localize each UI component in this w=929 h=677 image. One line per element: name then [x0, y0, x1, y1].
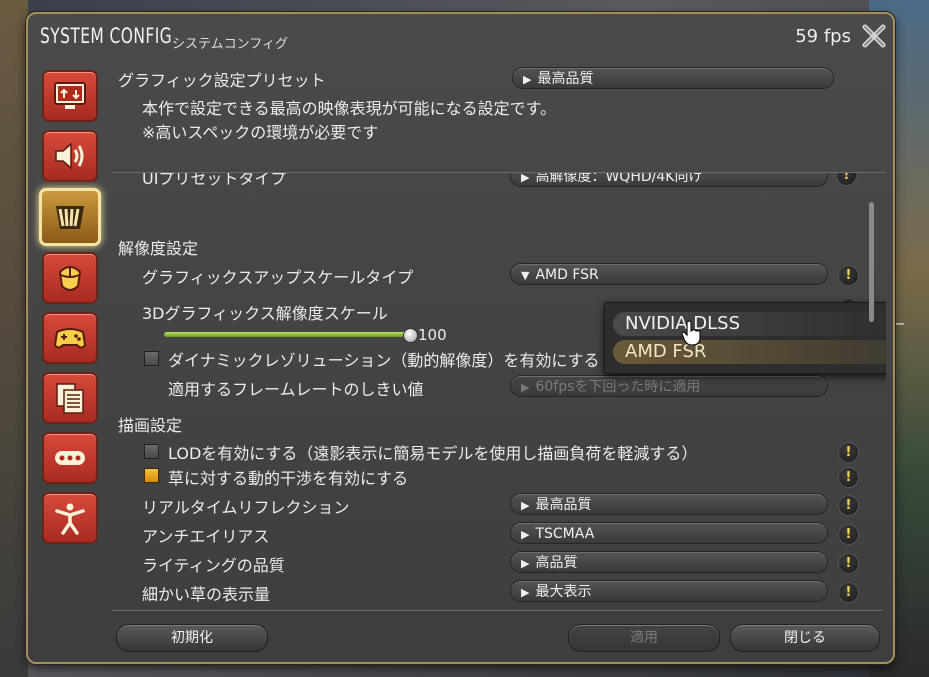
preset-label: グラフィック設定プリセット — [118, 71, 326, 90]
preset-value: 最高品質 — [537, 71, 594, 87]
footer-divider — [112, 610, 883, 611]
aa-label: アンチエイリアス — [142, 527, 270, 546]
aa-value: TSCMAA — [535, 526, 595, 542]
reset-button[interactable]: 初期化 — [116, 624, 268, 652]
play-icon: ▶ — [521, 381, 530, 394]
mouse-icon — [58, 266, 82, 291]
sidebar-item-graphics[interactable] — [39, 188, 101, 246]
resolution-heading: 解像度設定 — [118, 239, 199, 258]
info-icon[interactable]: ! — [838, 553, 859, 574]
lighting-label: ライティングの品質 — [142, 556, 285, 575]
ui-preset-row: UIプリセットタイプ ▶ 高解像度：WQHD/4K向け ! — [112, 173, 886, 187]
window-subtitle: システムコンフィグ — [172, 37, 288, 52]
slider-handle[interactable] — [403, 328, 418, 343]
reflection-value: 最高品質 — [535, 497, 592, 513]
upscale-select[interactable]: ▼ AMD FSR — [510, 263, 828, 285]
lighting-value: 高品質 — [535, 555, 578, 571]
system-config-window: SYSTEM CONFIG システムコンフィグ 59 fps グラフィック設定プ… — [26, 12, 895, 664]
accessibility-icon — [55, 503, 85, 535]
fps-counter: 59 fps — [795, 26, 851, 47]
upscale-dropdown-menu: NVIDIA DLSS AMD FSR — [604, 302, 886, 374]
sidebar-item-accessibility[interactable] — [42, 492, 98, 544]
grass-interaction-label: 草に対する動的干渉を有効にする — [168, 469, 409, 488]
more-icon — [55, 451, 85, 465]
play-icon: ▶ — [521, 586, 530, 599]
sidebar-item-sound[interactable] — [42, 130, 98, 182]
preset-description-1: 本作で設定できる最高の映像表現が可能になる設定です。 — [142, 99, 557, 118]
upscale-value: AMD FSR — [535, 267, 599, 283]
info-icon[interactable]: ! — [838, 524, 859, 545]
sidebar-item-mouse[interactable] — [42, 252, 98, 304]
reflection-label: リアルタイムリフレクション — [142, 498, 350, 517]
play-icon: ▶ — [521, 528, 530, 541]
dynamic-resolution-label: ダイナミックレゾリューション（動的解像度）を有効にする — [168, 351, 600, 370]
dropdown-option-amd-fsr[interactable]: AMD FSR — [613, 340, 886, 364]
threshold-label: 適用するフレームレートのしきい値 — [168, 380, 424, 399]
scrollbar[interactable] — [869, 202, 874, 322]
close-icon[interactable] — [861, 23, 887, 49]
background-scene-left — [0, 0, 28, 677]
apply-button[interactable]: 適用 — [568, 624, 720, 652]
ui-preset-label: UIプリセットタイプ — [142, 173, 287, 187]
graphics-icon — [56, 206, 84, 229]
lod-label: LODを有効にする（遠影表示に簡易モデルを使用し描画負荷を軽減する） — [168, 444, 698, 463]
ui-preset-select[interactable]: ▶ 高解像度：WQHD/4K向け — [510, 173, 828, 187]
display-settings-icon — [54, 82, 86, 109]
threshold-value: 60fpsを下回った時に適用 — [535, 379, 701, 395]
info-icon[interactable]: ! — [838, 467, 859, 488]
window-title: SYSTEM CONFIG — [40, 24, 173, 48]
resolution-scale-slider[interactable] — [164, 328, 418, 343]
info-icon[interactable]: ! — [838, 442, 859, 463]
grass-amount-select[interactable]: ▶ 最大表示 — [510, 580, 828, 602]
upscale-label: グラフィックスアップスケールタイプ — [142, 268, 414, 287]
scale-label: 3Dグラフィックス解像度スケール — [142, 304, 388, 323]
slider-fill — [164, 332, 410, 337]
sidebar-item-other[interactable] — [42, 432, 98, 484]
gamepad-icon — [53, 328, 87, 349]
close-button[interactable]: 閉じる — [730, 624, 880, 652]
lighting-select[interactable]: ▶ 高品質 — [510, 551, 828, 573]
hand-cursor-icon — [681, 320, 701, 346]
title-bar: SYSTEM CONFIG システムコンフィグ 59 fps — [28, 14, 893, 56]
drawing-heading: 描画設定 — [118, 416, 183, 435]
document-icon — [56, 383, 84, 414]
grass-amount-value: 最大表示 — [535, 584, 592, 600]
lod-checkbox[interactable] — [144, 444, 159, 459]
info-icon[interactable]: ! — [838, 265, 859, 286]
scale-value: 100 — [418, 326, 447, 344]
aa-select[interactable]: ▶ TSCMAA — [510, 522, 828, 544]
info-icon[interactable]: ! — [836, 173, 857, 186]
preset-description-2: ※高いスペックの環境が必要です — [142, 123, 379, 142]
sidebar-item-documents[interactable] — [42, 372, 98, 424]
ui-preset-value: 高解像度：WQHD/4K向け — [535, 173, 703, 185]
reflection-select[interactable]: ▶ 最高品質 — [510, 493, 828, 515]
play-icon: ▶ — [521, 499, 530, 512]
settings-panel: グラフィック設定プリセット ▶ 最高品質 本作で設定できる最高の映像表現が可能にな… — [112, 62, 886, 606]
dropdown-option-nvidia-dlss[interactable]: NVIDIA DLSS — [613, 312, 886, 336]
sound-icon — [55, 142, 84, 170]
threshold-select[interactable]: ▶ 60fpsを下回った時に適用 — [510, 375, 828, 397]
play-icon: ▶ — [521, 557, 530, 570]
play-icon: ▶ — [521, 173, 530, 184]
grass-amount-label: 細かい草の表示量 — [142, 585, 271, 604]
sidebar-item-gamepad[interactable] — [42, 312, 98, 364]
info-icon[interactable]: ! — [838, 495, 859, 516]
sidebar-item-display[interactable] — [42, 70, 98, 122]
grass-interaction-checkbox[interactable] — [144, 468, 159, 483]
dynamic-resolution-checkbox[interactable] — [144, 351, 159, 366]
chevron-down-icon: ▼ — [521, 269, 530, 282]
info-icon[interactable]: ! — [838, 582, 859, 603]
play-icon: ▶ — [523, 73, 532, 86]
preset-select[interactable]: ▶ 最高品質 — [512, 67, 834, 89]
